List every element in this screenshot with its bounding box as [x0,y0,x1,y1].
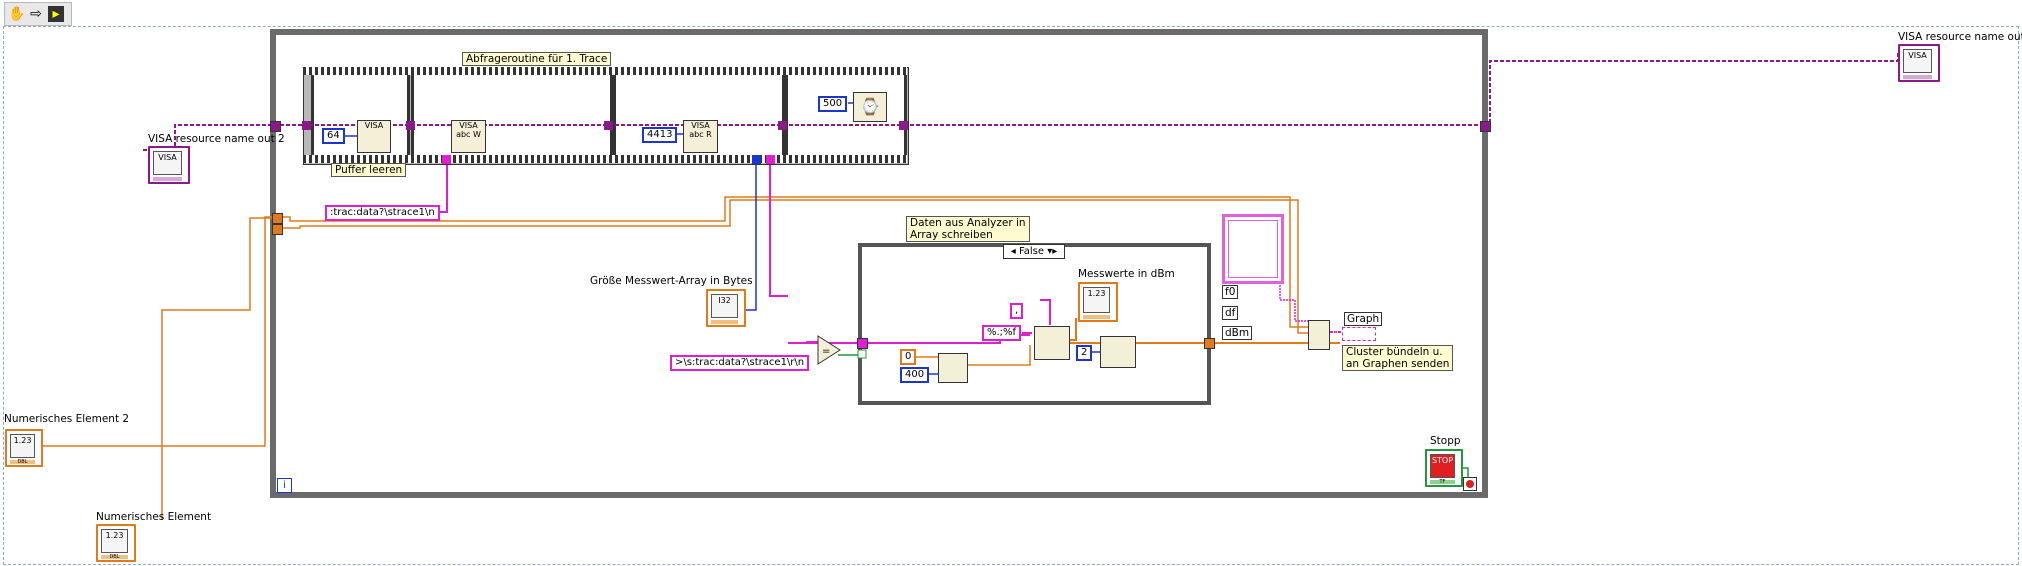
numeric-wire [161,217,272,520]
label-num-el: Numerisches Element [96,511,212,523]
bundle-label-df: df [1222,306,1239,320]
stopp-text: STOP [1430,454,1455,478]
stopp-terminal[interactable]: STOP TF [1425,449,1463,487]
visa-out-terminal[interactable]: VISA [1898,44,1940,82]
string-seq-tunnel [442,155,451,164]
label-messwerte: Messwerte in dBm [1078,268,1175,280]
loop-iteration: i [277,478,292,493]
const-compare-string[interactable]: >\s:trac:data?\strace1\r\n [670,355,810,371]
case-selector[interactable]: ◂ False ▾▸ [1003,244,1065,259]
messwerte-terminal[interactable]: 1.23 [1078,282,1118,322]
visa-write-node: VISA abc W [451,120,486,153]
const-4413[interactable]: 4413 [642,127,678,143]
const-500[interactable]: 500 [818,96,848,112]
df-tunnel [272,224,283,235]
label-visa-out2: VISA resource name out 2 [148,133,285,145]
bundle-label-dbm: dBm [1222,326,1253,340]
num-el2-terminal[interactable]: 1.23 DBL [5,429,43,467]
messwerte-text: 1.23 [1083,287,1110,313]
seq-tunnel-5 [899,121,908,130]
num-el2-tag: DBL [10,460,35,465]
seq-tunnel-2 [406,121,415,130]
comment-daten-line2: Array schreiben [910,229,993,241]
numeric2-wire [40,216,275,447]
groesse-text: I32 [711,294,738,318]
sequence-frame-4 [785,75,907,155]
init-array-node [938,353,968,383]
comment-daten-line1: Daten aus Analyzer in [910,217,1026,229]
visa-out2-terminal[interactable]: VISA [148,146,190,184]
visa-out2-text: VISA [153,151,182,175]
graph-indicator[interactable] [1222,214,1284,284]
const-trac-string[interactable]: :trac:data?\strace1\n [325,205,440,221]
groesse-terminal[interactable]: I32 [706,289,746,327]
bundle-label-f0: f0 [1222,285,1239,299]
buffer-seq-tunnel [766,155,775,164]
visa-read-node: VISA abc R [683,120,718,153]
const-2[interactable]: 2 [1076,345,1093,361]
f0-tunnel [272,213,283,224]
comment-daten: Daten aus Analyzer in Array schreiben [906,216,1030,242]
comment-cluster: Cluster bündeln u. an Graphen senden [1342,345,1454,371]
num-el-terminal[interactable]: 1.23 DBL [96,524,136,562]
wait-ms-node: ⌚ [853,92,887,122]
visa-tunnel-out [1480,121,1491,132]
comment-cluster-line1: Cluster bündeln u. [1346,346,1443,358]
case-selector-value: False [1018,246,1045,257]
label-graph: Graph [1344,312,1383,326]
const-400[interactable]: 400 [900,367,930,383]
const-64[interactable]: 64 [322,128,345,144]
const-0[interactable]: 0 [900,349,917,365]
sequence-frame-2 [411,75,613,155]
label-groesse: Größe Messwert-Array in Bytes [590,275,753,287]
stopp-tag: TF [1430,480,1455,485]
case-output-tunnel [1204,338,1215,349]
array-subset-node [1100,336,1136,368]
seq-tunnel-1 [302,121,311,130]
visa-clear-node: VISA [357,120,391,153]
comment-puffer-leeren: Puffer leeren [331,163,407,177]
graph-terminal[interactable] [1342,327,1376,341]
case-string-tunnel [857,338,868,349]
loop-condition[interactable] [1463,477,1477,491]
count-seq-tunnel [752,155,761,164]
const-format-string[interactable]: %.;%f [982,325,1022,341]
case-dropdown-arrow[interactable]: ▾▸ [1047,246,1057,257]
seq-tunnel-4 [778,121,787,130]
seq-tunnel-3 [604,121,613,130]
num-el-text: 1.23 [101,529,128,553]
spreadsheet-node [1034,326,1070,360]
const-separator[interactable]: , [1010,303,1024,319]
visa-tunnel-in [270,121,281,132]
bundle-node [1308,320,1330,350]
visa-out-text: VISA [1903,49,1932,73]
comment-abfrageroutine: Abfrageroutine für 1. Trace [462,52,612,66]
label-stopp: Stopp [1430,435,1461,447]
case-left-arrow[interactable]: ◂ [1011,246,1016,257]
comment-cluster-line2: an Graphen senden [1346,358,1450,370]
num-el2-text: 1.23 [10,434,35,458]
label-num-el2: Numerisches Element 2 [4,413,130,425]
num-el-tag: DBL [101,555,128,560]
label-visa-out: VISA resource name out [1898,31,2022,43]
